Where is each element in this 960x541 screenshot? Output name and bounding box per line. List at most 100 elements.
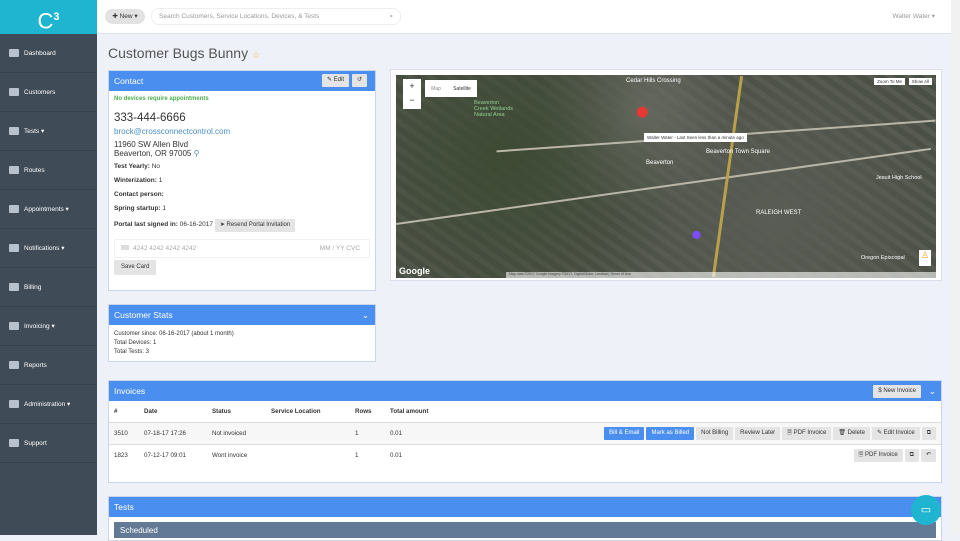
map-label: Jesuit High School: [876, 175, 922, 181]
cell-rows: 1: [355, 429, 359, 437]
customer-stats-panel: Customer Stats ⌄ Customer since: 06-16-20…: [108, 304, 376, 362]
resend-portal-invitation-button[interactable]: ➤ Resend Portal Invitation: [214, 219, 296, 232]
column-header: Status: [212, 407, 231, 415]
tests-panel: Tests Scheduled: [108, 496, 942, 541]
panel-title: Contact: [114, 76, 144, 86]
edit-button[interactable]: ✎ Edit: [321, 74, 349, 87]
satellite-map[interactable]: + − Map Satellite Zoom To Me Show All ⬤ ⬤ …: [396, 75, 936, 278]
street-view-pegman-icon[interactable]: ♙: [919, 250, 931, 266]
portal-value: 06-16-2017: [179, 221, 213, 228]
cell-status: Wont invoice: [212, 451, 248, 459]
map-marker-icon[interactable]: ⬤: [636, 105, 648, 118]
truck-icon: [9, 166, 19, 174]
cell-total: 0.01: [390, 451, 403, 459]
table-row: 3510 07-18-17 17:26 Not invoiced 1 0.01 Bill …: [109, 422, 941, 444]
new-invoice-button[interactable]: $ New Invoice: [873, 385, 921, 398]
appointments-notice: No devices require appointments: [114, 96, 209, 102]
column-header: Rows: [355, 407, 372, 415]
sidebar-item-truck[interactable]: Routes: [0, 151, 97, 190]
sidebar-item-chart[interactable]: Reports: [0, 346, 97, 385]
scrollbar[interactable]: [951, 0, 960, 535]
sidebar-item-invoice[interactable]: Invoicing ▾: [0, 307, 97, 346]
device-marker-icon[interactable]: ⬤: [692, 230, 701, 239]
chat-icon: ▭: [920, 504, 932, 516]
map-label: Cedar Hills Crossing: [626, 78, 681, 84]
search-icon[interactable]: ⌕: [389, 9, 393, 24]
sidebar-item-support[interactable]: Support: [0, 424, 97, 463]
calendar-icon: [9, 205, 19, 213]
cell-num: 1823: [114, 451, 128, 459]
topbar: ✚ New ▾ Search Customers, Service Locati…: [97, 0, 960, 34]
invoice-action-button[interactable]: Review Later: [735, 426, 781, 440]
column-header: Date: [144, 407, 158, 415]
sidebar-item-bell[interactable]: Notifications ▾: [0, 229, 97, 268]
column-header: Total amount: [390, 407, 429, 415]
satellite-tab[interactable]: Satellite: [453, 86, 471, 92]
email-link[interactable]: brock@crossconnectcontrol.com: [114, 127, 370, 136]
address-line2: Beaverton, OR 97005: [114, 149, 192, 158]
invoice-icon: [9, 322, 19, 330]
map-tab[interactable]: Map: [431, 86, 441, 92]
zoom-to-me-button[interactable]: Zoom To Me: [874, 78, 905, 85]
collapse-chevron-icon[interactable]: ⌄: [929, 381, 936, 401]
sidebar: C3 Dashboard Customers Tests ▾ Routes Appoin…: [0, 0, 97, 535]
zoom-controls: + −: [403, 79, 421, 109]
google-logo: Google: [399, 266, 430, 276]
sidebar-item-home[interactable]: Dashboard: [0, 34, 97, 73]
map-attribution: Map data ©2017 Google Imagery ©2017, Dig…: [506, 272, 936, 278]
cell-location: [266, 422, 350, 444]
user-menu[interactable]: Walter Water ▾: [892, 12, 935, 20]
sidebar-item-gear[interactable]: Administration ▾: [0, 385, 97, 424]
cell-num: 3510: [114, 429, 128, 437]
zoom-out-button[interactable]: −: [403, 93, 421, 107]
show-all-button[interactable]: Show All: [908, 78, 932, 85]
cell-date: 07-18-17 17:26: [144, 429, 186, 437]
credit-card-icon: [9, 283, 19, 291]
invoice-action-button[interactable]: ⧉: [904, 448, 919, 462]
sidebar-item-calendar[interactable]: Appointments ▾: [0, 190, 97, 229]
card-input[interactable]: 4242 4242 4242 4242 MM / YY CVC: [114, 239, 370, 258]
invoice-action-button[interactable]: ✎ Edit Invoice: [871, 426, 920, 440]
contact-field: Contact person:: [114, 191, 164, 198]
invoice-action-button[interactable]: 🗎 PDF Invoice: [853, 448, 903, 462]
invoice-action-button[interactable]: Not Billing: [696, 426, 734, 440]
invoices-table: # Date Status Service Location Rows Total amo…: [109, 401, 941, 466]
sidebar-item-credit-card[interactable]: Billing: [0, 268, 97, 307]
search-input[interactable]: Search Customers, Service Locations, Dev…: [151, 8, 401, 25]
favorite-star-icon[interactable]: ☆: [252, 50, 260, 60]
table-row: 1823 07-12-17 09:01 Wont invoice 1 0.01 🗎 PDF…: [109, 444, 941, 466]
new-button[interactable]: ✚ New ▾: [105, 9, 145, 24]
invoice-action-button[interactable]: 🗑 Delete: [833, 426, 870, 440]
zoom-in-button[interactable]: +: [403, 79, 421, 93]
map-pin-icon[interactable]: ⚲: [194, 149, 200, 158]
sidebar-item-users[interactable]: Customers: [0, 73, 97, 112]
chat-button[interactable]: ▭: [911, 495, 941, 525]
invoice-action-button[interactable]: ↶: [920, 448, 936, 462]
map-label: RALEIGH WEST: [756, 210, 802, 216]
bell-icon: [9, 244, 19, 252]
scheduled-section[interactable]: Scheduled: [114, 522, 936, 538]
collapse-chevron-icon[interactable]: ⌄: [362, 305, 369, 325]
credit-card-icon: [121, 245, 129, 250]
column-header: Service Location: [271, 407, 321, 415]
panel-title: Tests: [114, 502, 134, 512]
support-icon: [9, 439, 19, 447]
cell-location: [266, 444, 350, 466]
phone: 333-444-6666: [114, 112, 186, 124]
invoice-action-button[interactable]: Mark as Billed: [646, 426, 695, 440]
total-devices: Total Devices: 1: [114, 340, 157, 346]
invoices-panel: Invoices $ New Invoice ⌄ # Date Status Serv…: [108, 380, 942, 483]
invoice-action-button[interactable]: ⧉: [921, 426, 936, 440]
wrench-icon: [9, 127, 19, 135]
invoice-action-button[interactable]: Bill & Email: [604, 426, 645, 440]
logo[interactable]: C3: [0, 0, 97, 34]
contact-field: Test Yearly: No: [114, 163, 161, 170]
history-button[interactable]: ↺: [351, 74, 367, 87]
invoice-action-button[interactable]: 🗎 PDF Invoice: [782, 426, 832, 440]
sidebar-item-wrench[interactable]: Tests ▾: [0, 112, 97, 151]
save-card-button[interactable]: Save Card: [114, 260, 157, 275]
cell-rows: 1: [355, 451, 359, 459]
map-label: Beaverton Town Square: [706, 149, 770, 155]
home-icon: [9, 49, 19, 57]
customer-since: Customer since: 06-16-2017 (about 1 mont…: [114, 331, 234, 337]
